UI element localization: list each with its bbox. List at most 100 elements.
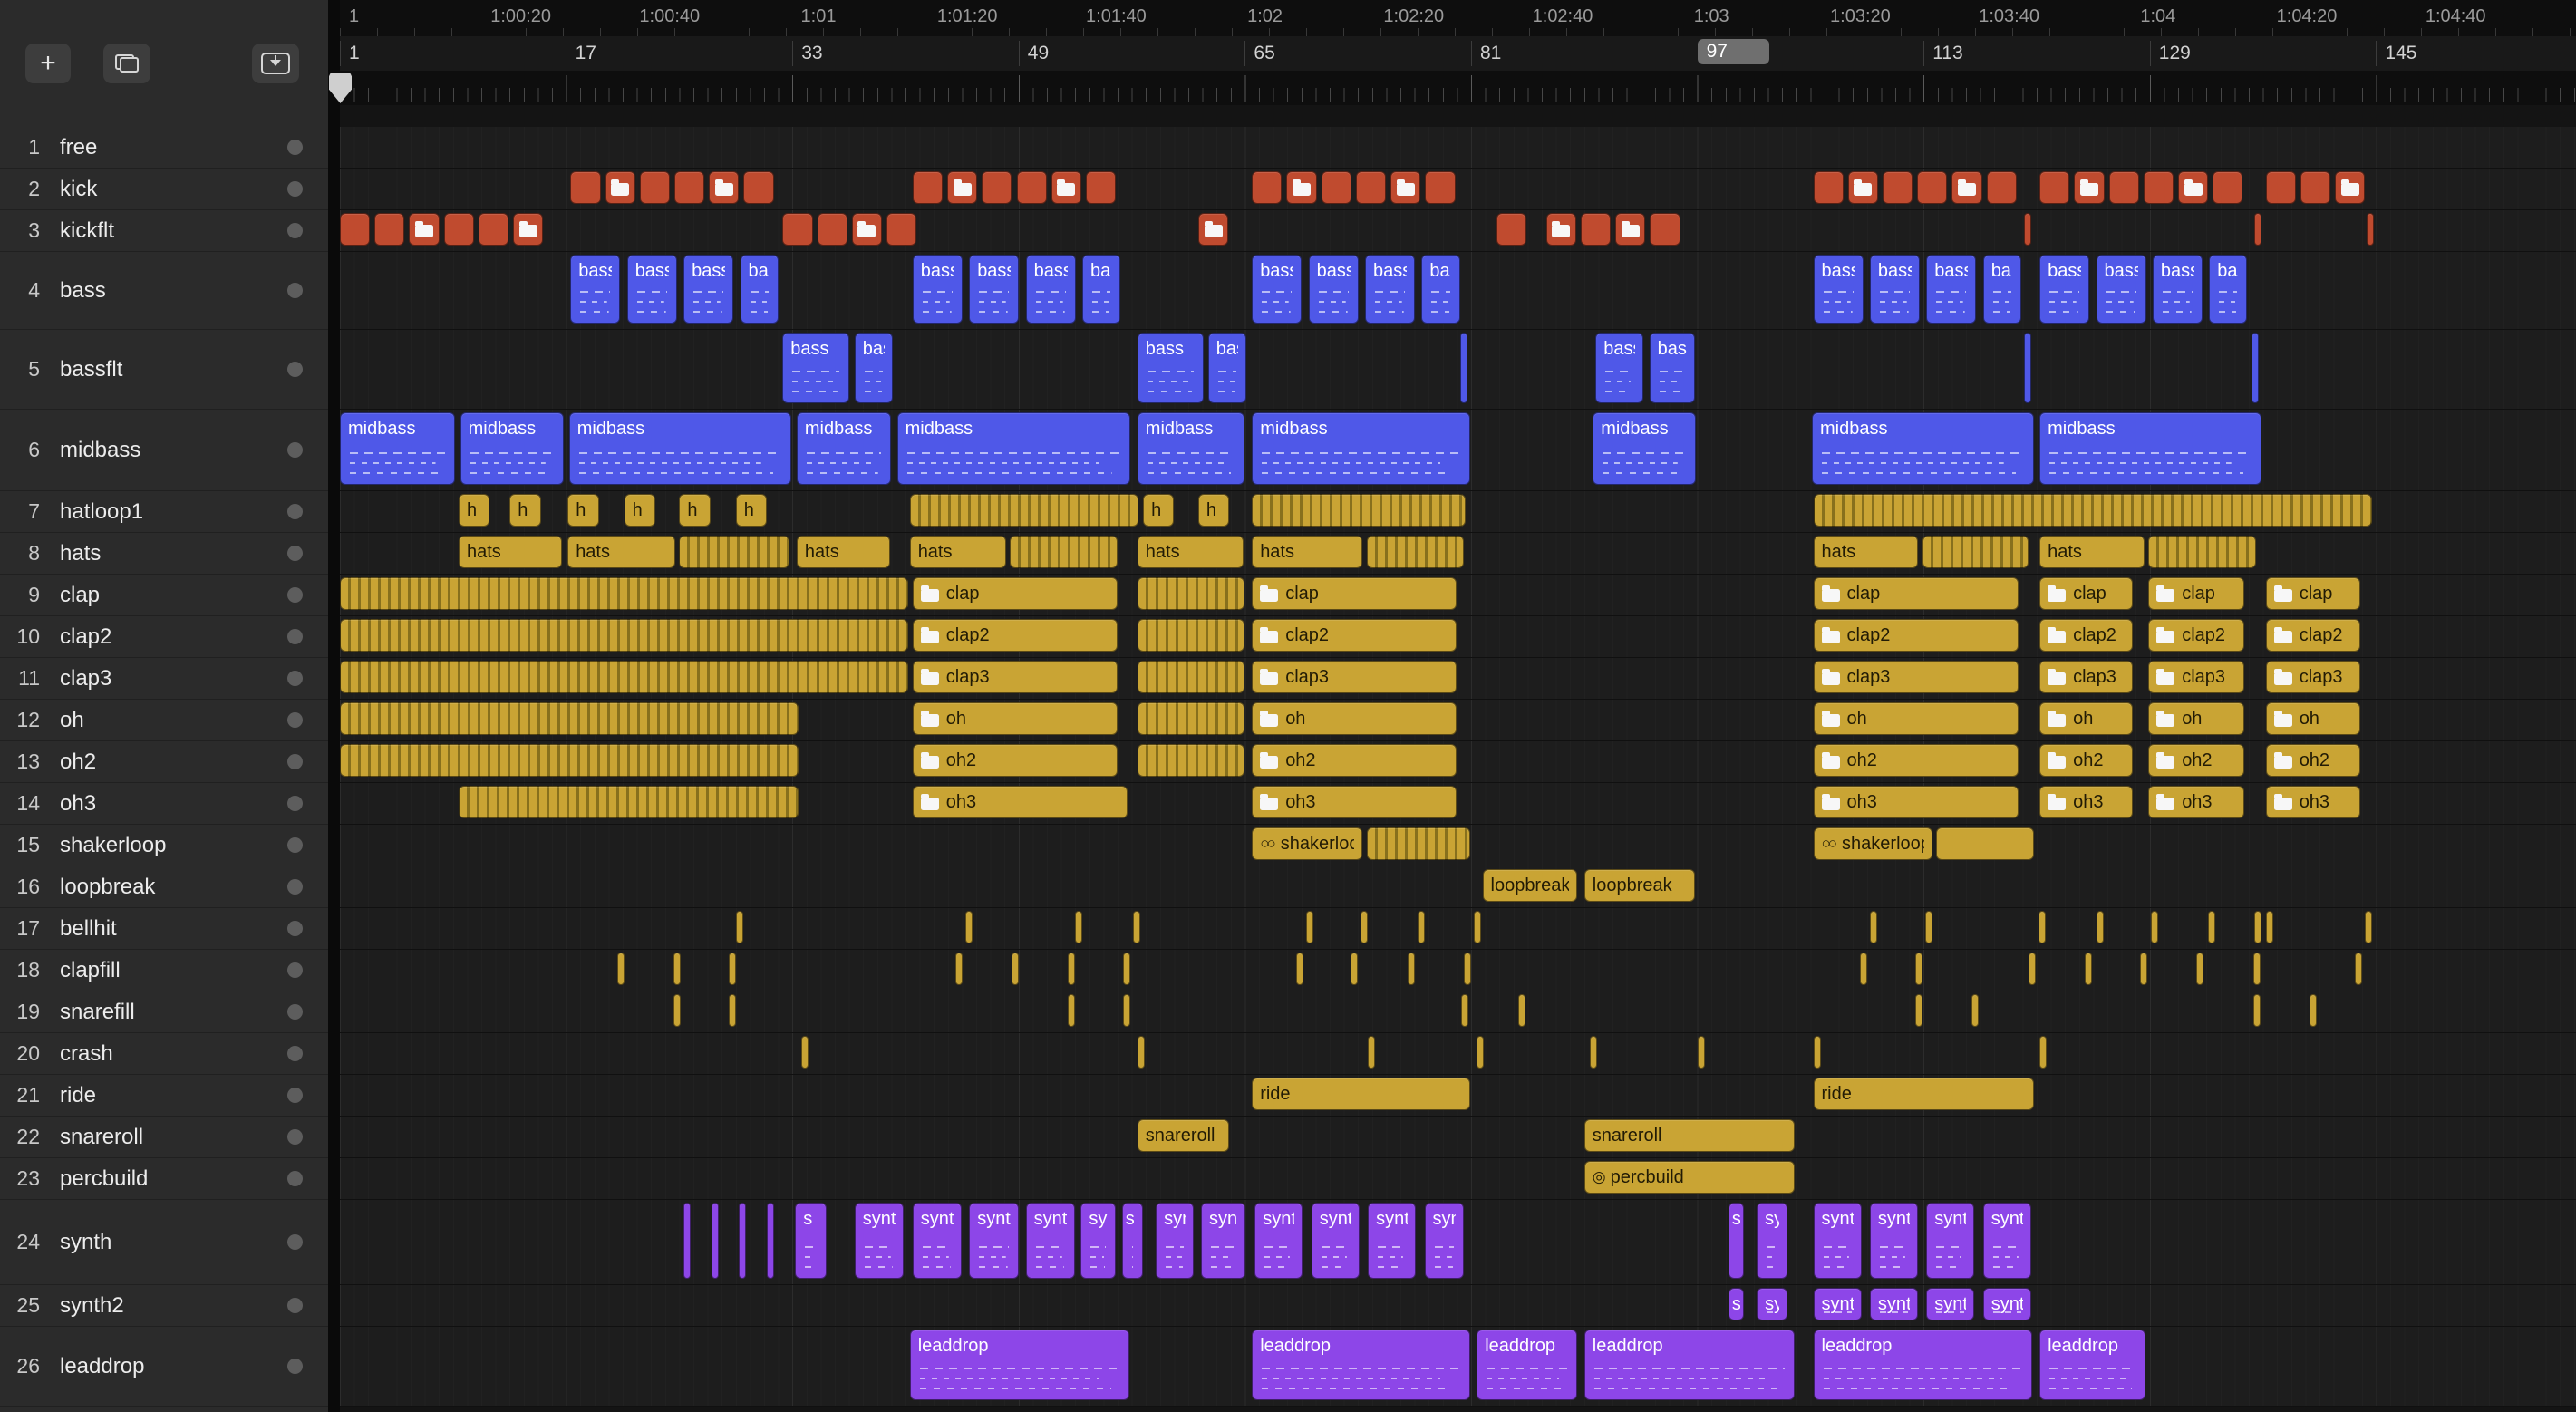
clip-midbass[interactable]: midbass	[2039, 412, 2262, 485]
clip-kick[interactable]	[1883, 171, 1913, 204]
clip-kickflt[interactable]	[513, 213, 544, 246]
clip-oh3[interactable]: oh3	[1252, 786, 1457, 818]
clip-clapfill[interactable]	[1464, 953, 1472, 985]
track-name[interactable]: snarefill	[60, 1000, 287, 1025]
clip-hats-sliced[interactable]	[1010, 536, 1119, 568]
clip-kick[interactable]	[2265, 171, 2296, 204]
track-row[interactable]: 14 oh3	[0, 783, 328, 825]
track-row[interactable]: 23 percbuild	[0, 1158, 328, 1200]
clip-snarefill[interactable]	[1971, 994, 1980, 1027]
clip-clap2-sliced[interactable]	[340, 619, 909, 652]
grid-track-lane[interactable]	[340, 169, 2576, 210]
clip-bass[interactable]: bass	[683, 255, 734, 324]
clip-leaddrop[interactable]: leaddrop	[1813, 1330, 2033, 1400]
track-name[interactable]: snareroll	[60, 1125, 287, 1150]
clip-synt[interactable]: synt	[1813, 1288, 1862, 1320]
clip-kickflt[interactable]	[2366, 213, 2374, 246]
clip-midbass[interactable]: midbass	[896, 412, 1131, 485]
clip-bass[interactable]: bass	[2039, 255, 2090, 324]
clip-snarefill[interactable]	[2310, 994, 2318, 1027]
track-row[interactable]: 16 loopbreak	[0, 866, 328, 908]
track-name[interactable]: kick	[60, 177, 287, 202]
clip-hats[interactable]: hats	[2039, 536, 2145, 568]
clip-loopbreak[interactable]: loopbreak	[1482, 869, 1578, 902]
clip-kick[interactable]	[1016, 171, 1047, 204]
clip-clap3[interactable]: clap3	[1813, 661, 2019, 693]
clip-synt[interactable]: synt	[912, 1203, 963, 1279]
clip-bellhit[interactable]	[2038, 911, 2046, 943]
clip-oh[interactable]: oh	[2039, 702, 2134, 735]
clip-kickflt[interactable]	[1197, 213, 1229, 246]
clip-clap3-sliced[interactable]	[340, 661, 909, 693]
track-name[interactable]: hats	[60, 541, 287, 566]
clip-bellhit[interactable]	[2265, 911, 2273, 943]
track-row[interactable]: 3 kickflt	[0, 210, 328, 252]
clip-hats-sliced[interactable]	[1922, 536, 2029, 568]
clip-clap3[interactable]: clap3	[1252, 661, 1457, 693]
grid-track-lane[interactable]	[340, 1033, 2576, 1075]
track-row[interactable]: 5 bassflt	[0, 330, 328, 410]
track-mute-dot[interactable]	[287, 223, 303, 238]
clip-ba[interactable]: ba	[2209, 255, 2248, 324]
clip-h[interactable]: h	[1197, 494, 1230, 527]
clip-clap3-sliced[interactable]	[1137, 661, 1245, 693]
clip-crash[interactable]	[800, 1036, 809, 1069]
grid-track-lane[interactable]: snareroll snareroll	[340, 1117, 2576, 1158]
clip-kick[interactable]	[2178, 171, 2209, 204]
clip-synt[interactable]: synt	[1926, 1203, 1975, 1279]
clip-snarefill[interactable]	[1068, 994, 1076, 1027]
clip-snareroll[interactable]: snareroll	[1583, 1119, 1796, 1152]
clip-crash[interactable]	[1697, 1036, 1705, 1069]
track-row[interactable]: 10 clap2	[0, 616, 328, 658]
clip-loopbreak[interactable]: loopbreak	[1583, 869, 1695, 902]
track-row[interactable]: 25 synth2	[0, 1285, 328, 1327]
clip-kick[interactable]	[1286, 171, 1317, 204]
clip-midbass[interactable]: midbass	[1593, 412, 1697, 485]
track-name[interactable]: synth2	[60, 1293, 287, 1319]
clip-synt[interactable]: synt	[1311, 1203, 1360, 1279]
clip-kick[interactable]	[570, 171, 601, 204]
clip-bellhit[interactable]	[1075, 911, 1083, 943]
clip-oh2[interactable]: oh2	[2039, 744, 2134, 777]
clip-bellhit[interactable]	[1924, 911, 1932, 943]
clip-oh[interactable]: oh	[1252, 702, 1457, 735]
clip-clap[interactable]: clap	[2148, 577, 2245, 610]
clip-crash[interactable]	[1590, 1036, 1597, 1069]
clip-clapfill[interactable]	[616, 953, 625, 985]
clip-crash[interactable]	[1477, 1036, 1485, 1069]
clip-oh2[interactable]: oh2	[2148, 744, 2245, 777]
clip-bass[interactable]: bass	[1252, 255, 1303, 324]
track-name[interactable]: clap3	[60, 666, 287, 691]
clip-synt[interactable]: synt	[1982, 1203, 2031, 1279]
clip-bass[interactable]: bass	[1595, 333, 1644, 403]
time-ruler[interactable]: 1 1:00:20 1:00:40 1:01 1:01:20 1:01:40 1:02 1:0…	[340, 0, 2576, 36]
clip-kick[interactable]	[947, 171, 978, 204]
clip-clapfill[interactable]	[954, 953, 963, 985]
clip-kick[interactable]	[673, 171, 705, 204]
clip-bass[interactable]: bass	[1869, 255, 1921, 324]
clip-bass[interactable]: bass	[1137, 333, 1205, 403]
grid-track-lane[interactable]: clap clap clap clap clap clap	[340, 575, 2576, 616]
grid-track-lane[interactable]: oh3 oh3 oh3 oh3 oh3 oh3	[340, 783, 2576, 825]
clip-ba[interactable]: ba	[1082, 255, 1121, 324]
clip-synt[interactable]: synt	[854, 1203, 905, 1279]
clip-clap[interactable]: clap	[912, 577, 1119, 610]
clip-bellhit[interactable]	[2254, 911, 2262, 943]
clip-clap-sliced[interactable]	[1137, 577, 1245, 610]
track-mute-dot[interactable]	[287, 587, 303, 603]
track-mute-dot[interactable]	[287, 921, 303, 936]
clip-snarefill[interactable]	[1517, 994, 1525, 1027]
clip-kickflt[interactable]	[1650, 213, 1680, 246]
clip-clapfill[interactable]	[729, 953, 736, 985]
clip-kickflt[interactable]	[374, 213, 405, 246]
clip-bass[interactable]: bass	[912, 255, 963, 324]
clip-clapfill[interactable]	[1407, 953, 1415, 985]
grid-track-lane[interactable]: clap3 clap3 clap3 clap3 clap3 clap3	[340, 658, 2576, 700]
clip-kick[interactable]	[1986, 171, 2017, 204]
clip-hats-sliced[interactable]	[1366, 536, 1465, 568]
clip-sy[interactable]: sy	[1757, 1288, 1788, 1320]
track-name[interactable]: oh	[60, 708, 287, 733]
clip-oh2[interactable]: oh2	[1252, 744, 1457, 777]
clip-synth[interactable]	[683, 1203, 692, 1279]
track-name[interactable]: clapfill	[60, 958, 287, 983]
